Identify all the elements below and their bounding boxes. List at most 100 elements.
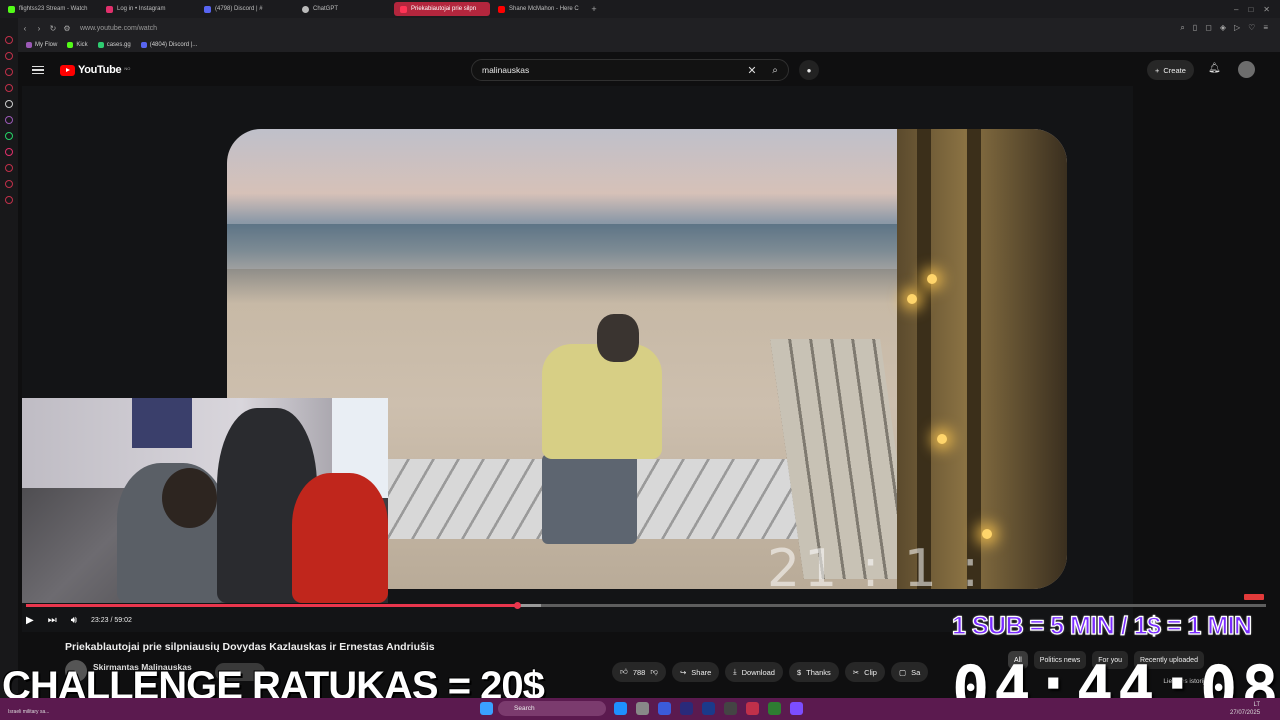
tab-chatgpt[interactable]: ChatGPT xyxy=(296,2,392,16)
sidebar-app-icon[interactable] xyxy=(5,84,13,92)
app-icon[interactable] xyxy=(768,702,781,715)
sidebar-app-icon[interactable] xyxy=(5,52,13,60)
post xyxy=(917,129,931,589)
menu-icon[interactable]: ≡ xyxy=(1263,23,1268,33)
browser-sidebar xyxy=(0,18,18,698)
share-button[interactable]: ↪ Share xyxy=(671,662,720,682)
streamer xyxy=(162,468,217,528)
opera-icon[interactable] xyxy=(746,702,759,715)
tab-youtube[interactable]: Shane McMahon - Here C xyxy=(492,2,588,16)
download-button[interactable]: ⤓ Download xyxy=(725,662,783,682)
lamp xyxy=(927,274,937,284)
bookmark-my-flow[interactable]: My Flow xyxy=(26,42,57,48)
search-query: malinauskas xyxy=(482,65,530,75)
zoom-icon[interactable]: ⌕ xyxy=(1180,23,1184,33)
history-icon[interactable] xyxy=(5,180,13,188)
share-icon: ↪ xyxy=(679,667,687,677)
thumbs-up-icon: 👍︎ xyxy=(620,667,628,676)
site-info-icon[interactable]: ⚙ xyxy=(60,24,74,33)
taskbar-clock: LT 27/07/2025 xyxy=(1230,702,1261,716)
screenshot-icon[interactable]: ◻ xyxy=(1205,23,1212,33)
search-icon[interactable]: ⌕ xyxy=(762,65,788,76)
tab-instagram[interactable]: Log in • Instagram xyxy=(100,2,196,16)
premiere-icon[interactable] xyxy=(680,702,693,715)
sidebar-app-icon[interactable] xyxy=(5,68,13,76)
progress-fill xyxy=(26,604,518,607)
bookmark-cases[interactable]: cases.gg xyxy=(97,42,131,48)
bookmark-kick[interactable]: Kick xyxy=(67,42,88,48)
person xyxy=(542,454,637,544)
shield-icon[interactable]: ◈ xyxy=(1220,23,1226,33)
play-extension-icon[interactable]: ▷ xyxy=(1234,23,1240,33)
twitch-icon[interactable] xyxy=(5,116,13,124)
window-controls: – □ ✕ xyxy=(1234,5,1280,14)
next-icon[interactable]: ⏭︎ xyxy=(48,615,57,626)
scissors-icon: ✂ xyxy=(852,667,860,677)
beach-bar xyxy=(897,129,1067,589)
back-icon[interactable]: ‹ xyxy=(18,24,32,33)
forward-icon[interactable]: › xyxy=(32,24,46,33)
photoshop-icon[interactable] xyxy=(702,702,715,715)
streamer xyxy=(292,473,388,603)
instagram-icon[interactable] xyxy=(5,148,13,156)
app-icon[interactable] xyxy=(658,702,671,715)
webcam-overlay xyxy=(22,398,388,603)
subathon-rule-overlay: 1 SUB = 5 MIN / 1$ = 1 MIN xyxy=(951,611,1252,640)
bookmark-discord[interactable]: (4804) Discord |... xyxy=(140,42,197,48)
avatar[interactable] xyxy=(1238,61,1255,78)
new-tab-button[interactable]: + xyxy=(588,4,600,14)
thanks-button[interactable]: $ Thanks xyxy=(788,662,839,682)
youtube-logo-text: YouTube xyxy=(78,64,122,76)
minimize-icon[interactable]: – xyxy=(1234,5,1238,14)
instagram-icon xyxy=(106,5,113,13)
kick-icon xyxy=(67,42,74,48)
tab-youtube-active[interactable]: Priekabiautojai prie silpn xyxy=(394,2,490,16)
app-icon[interactable] xyxy=(636,702,649,715)
discord-icon[interactable] xyxy=(790,702,803,715)
screen: flightss23 Stream - Watch Log in • Insta… xyxy=(0,0,1280,720)
notifications-icon[interactable]: 🔔︎ xyxy=(1208,63,1221,74)
search-input[interactable]: malinauskas ✕ ⌕ xyxy=(471,59,789,81)
plus-icon: + xyxy=(1155,65,1160,75)
save-button[interactable]: ▢ Sa xyxy=(890,662,929,682)
thumbs-down-icon[interactable]: 👎︎ xyxy=(650,667,658,677)
bookmarks-bar: My Flow Kick cases.gg (4804) Discord |..… xyxy=(18,38,1280,52)
close-icon[interactable]: ✕ xyxy=(1263,5,1270,14)
start-icon[interactable] xyxy=(480,702,493,715)
youtube-icon xyxy=(400,5,407,13)
sidebar-app-icon[interactable] xyxy=(5,164,13,172)
url-field[interactable]: www.youtube.com/watch xyxy=(80,25,157,32)
taskbar-apps xyxy=(614,702,803,715)
sidebar-app-icon[interactable] xyxy=(5,36,13,44)
tab-kick[interactable]: flightss23 Stream - Watch xyxy=(2,2,98,16)
settings-icon[interactable] xyxy=(5,196,13,204)
news-widget[interactable]: Israeli military sa... xyxy=(8,709,49,715)
youtube-logo[interactable]: YouTube NO xyxy=(60,64,130,76)
bookmark-icon xyxy=(26,42,32,48)
microphone-icon[interactable]: ● xyxy=(799,60,819,80)
video-player[interactable]: 21 : 1 : 22 xyxy=(22,86,1133,632)
taskbar-search[interactable]: Search xyxy=(498,701,606,716)
steam-icon[interactable] xyxy=(614,702,627,715)
play-icon[interactable]: ▶ xyxy=(26,615,34,626)
sidebar-app-icon[interactable] xyxy=(5,100,13,108)
clear-search-icon[interactable]: ✕ xyxy=(742,64,762,77)
reload-icon[interactable]: ↻ xyxy=(46,24,60,33)
video-actions: 👍︎ 788 👎︎ ↪ Share ⤓ Download $ Thanks ✂ Clip ▢… xyxy=(612,662,929,682)
clip-button[interactable]: ✂ Clip xyxy=(844,662,885,682)
tab-discord[interactable]: (4798) Discord | # xyxy=(198,2,294,16)
volume-icon[interactable]: 🔊︎ xyxy=(71,615,77,626)
create-button[interactable]: + Create xyxy=(1147,60,1194,80)
menu-icon[interactable] xyxy=(32,65,44,75)
app-icon[interactable] xyxy=(724,702,737,715)
maximize-icon[interactable]: □ xyxy=(1248,5,1253,14)
like-button[interactable]: 👍︎ 788 👎︎ xyxy=(612,662,666,682)
whatsapp-icon[interactable] xyxy=(5,132,13,140)
heart-icon[interactable]: ♡ xyxy=(1248,23,1255,33)
lamp xyxy=(937,434,947,444)
thanks-icon: $ xyxy=(796,667,802,677)
progress-bar[interactable] xyxy=(26,602,1266,609)
video-title: Priekablautojai prie silpniausių Dovydas… xyxy=(65,641,435,653)
scrubber-handle[interactable] xyxy=(514,602,522,609)
extension-icon[interactable]: ▯ xyxy=(1193,23,1197,33)
